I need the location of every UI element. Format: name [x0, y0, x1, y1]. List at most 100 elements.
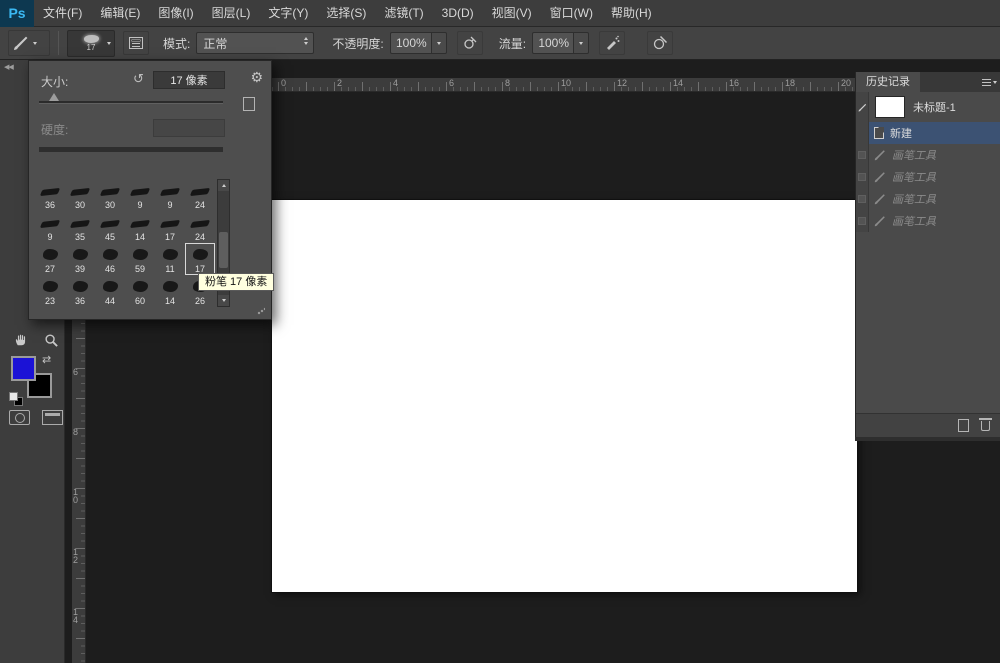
new-document-from-state-icon[interactable] — [958, 419, 969, 432]
brush-tool-icon — [14, 36, 28, 50]
zoom-tool-button[interactable] — [38, 328, 64, 352]
menu-layer[interactable]: 图层(L) — [203, 0, 260, 27]
history-state-brush-2[interactable]: 画笔工具 — [856, 166, 1000, 188]
brush-preset[interactable]: 46 — [95, 243, 125, 275]
chevron-down-icon — [33, 41, 37, 45]
foreground-color-swatch[interactable] — [11, 356, 36, 381]
flow-input[interactable]: 100% — [532, 32, 575, 54]
history-state-new[interactable]: 新建 — [856, 122, 1000, 144]
size-slider[interactable] — [39, 93, 223, 104]
tab-history[interactable]: 历史记录 — [856, 72, 920, 92]
new-preset-icon[interactable] — [243, 97, 255, 111]
menu-file[interactable]: 文件(F) — [34, 0, 91, 27]
menu-view[interactable]: 视图(V) — [483, 0, 541, 27]
brush-size-label: 46 — [104, 264, 115, 274]
brush-size-label: 24 — [194, 200, 205, 210]
brush-preset[interactable]: 9 — [155, 179, 185, 211]
brush-thumbnail-icon — [129, 219, 151, 229]
brush-preset[interactable]: 44 — [95, 275, 125, 307]
delete-state-icon[interactable] — [979, 417, 992, 431]
history-snapshot-row[interactable]: 未标题-1 — [856, 92, 1000, 122]
brush-preset[interactable]: 24 — [185, 211, 215, 243]
slider-thumb[interactable] — [49, 93, 59, 101]
history-state-brush-1[interactable]: 画笔工具 — [856, 144, 1000, 166]
flow-dropdown-button[interactable] — [574, 32, 590, 54]
history-state-well[interactable] — [856, 188, 869, 210]
default-colors-icon[interactable] — [9, 392, 25, 406]
menu-filter[interactable]: 滤镜(T) — [375, 0, 432, 27]
panel-resize-strip[interactable] — [855, 437, 1000, 441]
menu-edit[interactable]: 编辑(E) — [91, 0, 149, 27]
brush-preset-picker-button[interactable]: 17 — [67, 29, 115, 57]
panel-menu-button[interactable] — [978, 72, 1000, 92]
brush-preset[interactable]: 59 — [125, 243, 155, 275]
brush-size-label: 9 — [137, 200, 143, 210]
scroll-down-button[interactable] — [218, 295, 229, 306]
brush-preset[interactable]: 9 — [35, 211, 65, 243]
toggle-brush-panel-button[interactable] — [123, 31, 149, 55]
brush-size-label: 36 — [74, 296, 85, 306]
airbrush-button[interactable] — [599, 31, 626, 55]
brush-thumbnail-icon — [129, 187, 151, 197]
history-state-well[interactable] — [856, 144, 869, 166]
brush-thumbnail-icon — [162, 281, 178, 292]
menu-3d[interactable]: 3D(D) — [433, 0, 483, 27]
history-state-brush-3[interactable]: 画笔工具 — [856, 188, 1000, 210]
brush-preset[interactable]: 11 — [155, 243, 185, 275]
brush-preset[interactable]: 24 — [185, 179, 215, 211]
pressure-size-button[interactable] — [647, 31, 674, 55]
brush-preset[interactable]: 9 — [125, 179, 155, 211]
document-canvas[interactable] — [272, 200, 857, 592]
brush-size-readout: 17 — [86, 42, 96, 52]
brush-size-label: 11 — [165, 264, 175, 274]
brush-preset[interactable]: 35 — [65, 211, 95, 243]
brush-preset[interactable]: 23 — [35, 275, 65, 307]
menu-select[interactable]: 选择(S) — [317, 0, 375, 27]
brush-preset[interactable]: 17 — [155, 211, 185, 243]
chevron-down-icon — [579, 41, 584, 45]
scroll-up-button[interactable] — [218, 180, 229, 191]
panel-resize-grip[interactable] — [257, 307, 265, 315]
scrollbar-thumb[interactable] — [219, 232, 228, 268]
history-state-well[interactable] — [856, 166, 869, 188]
brush-preset[interactable]: 30 — [95, 179, 125, 211]
menu-type[interactable]: 文字(Y) — [259, 0, 317, 27]
reset-size-icon[interactable]: ↺ — [133, 72, 144, 86]
menu-help[interactable]: 帮助(H) — [602, 0, 661, 27]
menu-window[interactable]: 窗口(W) — [541, 0, 602, 27]
brush-preset[interactable]: 27 — [35, 243, 65, 275]
history-state-well[interactable] — [856, 210, 869, 232]
brush-preset[interactable]: 36 — [35, 179, 65, 211]
gear-icon[interactable]: ⚙ — [250, 69, 263, 86]
pressure-opacity-button[interactable] — [456, 31, 483, 55]
brush-preset[interactable]: 30 — [65, 179, 95, 211]
brush-preset[interactable]: 36 — [65, 275, 95, 307]
history-state-well[interactable] — [856, 122, 869, 144]
opacity-input[interactable]: 100% — [389, 32, 432, 54]
screen-mode-button[interactable] — [42, 410, 63, 425]
brush-tooltip: 粉笔 17 像素 — [198, 273, 275, 291]
brush-thumbnail-icon — [159, 219, 181, 229]
quick-mask-button[interactable] — [9, 410, 30, 425]
size-value-field[interactable]: 17 像素 — [153, 71, 225, 89]
brush-preset[interactable]: 14 — [155, 275, 185, 307]
menu-image[interactable]: 图像(I) — [149, 0, 202, 27]
brush-preset[interactable]: 39 — [65, 243, 95, 275]
opacity-dropdown-button[interactable] — [431, 32, 447, 54]
brush-preset[interactable]: 45 — [95, 211, 125, 243]
hand-tool-button[interactable] — [8, 328, 34, 352]
tool-preset-picker[interactable] — [8, 30, 50, 56]
ruler-label: 2 — [337, 78, 343, 88]
history-brush-source-well[interactable] — [856, 92, 869, 122]
collapse-panel-icon[interactable]: ◀◀ — [4, 63, 14, 71]
brush-preset[interactable]: 60 — [125, 275, 155, 307]
swap-colors-icon[interactable]: ⇄ — [42, 353, 51, 366]
brush-preset[interactable]: 14 — [125, 211, 155, 243]
brush-thumbnail-icon — [192, 249, 208, 260]
menu-bar: Ps 文件(F) 编辑(E) 图像(I) 图层(L) 文字(Y) 选择(S) 滤… — [0, 0, 1000, 27]
photoshop-window: Ps 文件(F) 编辑(E) 图像(I) 图层(L) 文字(Y) 选择(S) 滤… — [0, 0, 1000, 663]
brush-thumbnail-icon — [69, 187, 91, 197]
blend-mode-select[interactable]: 正常 — [196, 32, 315, 54]
history-state-brush-4[interactable]: 画笔工具 — [856, 210, 1000, 232]
brush-preset-selected[interactable]: 17 — [185, 243, 215, 275]
